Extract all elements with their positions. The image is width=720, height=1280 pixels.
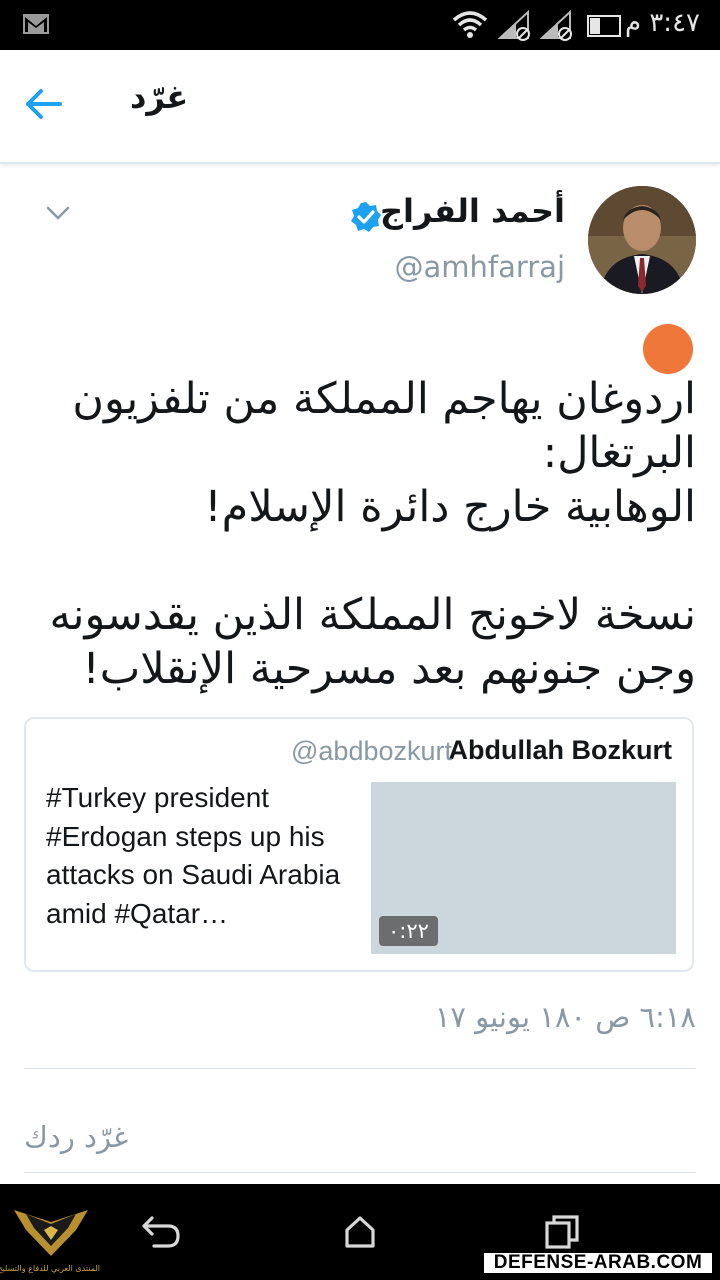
author-name[interactable]: أحمد الفراج	[380, 192, 565, 230]
tweet-timestamp: ٦:١٨ ص ١٨٠ يونيو ١٧	[434, 1000, 696, 1034]
signal-muted-icon	[539, 9, 572, 41]
quoted-author-handle: @abdbozkurt	[291, 736, 452, 766]
clock: ٣:٤٧ م	[624, 8, 700, 38]
page-title: غرّد	[130, 78, 189, 116]
reply-input[interactable]: غرّد ردك	[24, 1120, 128, 1154]
status-bar: ٣:٤٧ م	[0, 0, 720, 50]
author-handle[interactable]: @amhfarraj	[394, 250, 565, 284]
gmail-icon	[22, 13, 50, 39]
home-icon[interactable]	[342, 1214, 378, 1254]
verified-badge-icon	[350, 201, 382, 237]
video-thumbnail[interactable]: ٠:٢٢	[371, 782, 676, 954]
chevron-down-icon[interactable]	[46, 205, 70, 224]
quoted-author-name: Abdullah Bozkurt	[448, 735, 673, 765]
divider	[24, 1068, 696, 1069]
avatar[interactable]	[588, 186, 696, 294]
battery-icon	[587, 15, 621, 37]
tweet-text: اردوغان يهاجم المملكة من تلفزيون البرتغا…	[49, 374, 696, 694]
recent-apps-icon[interactable]	[544, 1214, 580, 1254]
forum-logo-caption: المنتدى العربي للدفاع والتسليح	[0, 1264, 100, 1273]
quoted-tweet-text: #Turkey president #Erdogan steps up his …	[46, 782, 341, 929]
site-watermark: DEFENSE-ARAB.COM	[482, 1251, 714, 1275]
signal-muted-icon	[497, 9, 530, 41]
wifi-icon	[452, 11, 488, 38]
back-icon[interactable]	[140, 1214, 182, 1254]
video-duration-badge: ٠:٢٢	[379, 916, 438, 946]
arrow-left-icon[interactable]	[24, 88, 64, 124]
status-icons	[450, 8, 625, 46]
divider	[24, 1172, 696, 1173]
quoted-tweet-card[interactable]: Abdullah Bozkurt @abdbozkurt #Turkey pre…	[24, 717, 694, 972]
app-bar: غرّد	[0, 50, 720, 164]
orange-circle-emoji	[643, 324, 693, 374]
